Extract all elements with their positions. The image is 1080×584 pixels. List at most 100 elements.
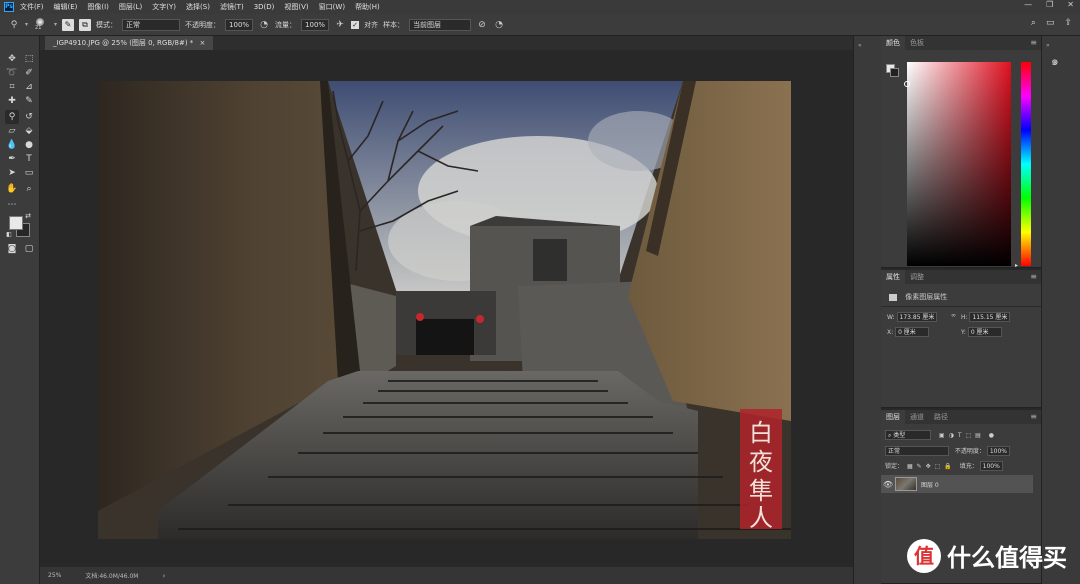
clone-stamp-tool-icon[interactable]: ⚲ (8, 19, 20, 31)
blur-tool-icon[interactable]: 💧 (5, 138, 19, 152)
tool-preset-chevron-icon[interactable]: ▾ (25, 21, 28, 28)
color-field[interactable] (904, 62, 1011, 266)
canvas-area[interactable]: 白 夜 隼 人 (40, 50, 853, 567)
x-field[interactable]: 0 厘米 (895, 327, 930, 337)
tab-adjustments[interactable]: 调整 (905, 270, 929, 284)
restore-button[interactable]: ❐ (1046, 0, 1053, 9)
quick-select-tool-icon[interactable]: ✐ (22, 66, 36, 80)
layers-panel-menu-icon[interactable]: ≡ (1030, 412, 1037, 421)
libraries-panel-icon[interactable]: ๑ (1051, 52, 1059, 71)
zoom-tool-icon[interactable]: ⌕ (22, 182, 36, 196)
color-panel-menu-icon[interactable]: ≡ (1030, 38, 1037, 47)
height-field[interactable]: 115.15 厘米 (969, 312, 1011, 322)
tab-properties[interactable]: 属性 (881, 270, 905, 284)
layer-row[interactable]: 👁 图层 0 (881, 475, 1033, 493)
history-brush-tool-icon[interactable]: ↺ (22, 110, 36, 124)
flow-field[interactable]: 100% (301, 18, 330, 31)
sample-select[interactable]: 当前图层 (409, 18, 472, 31)
search-icon[interactable]: ⌕ (1031, 18, 1036, 28)
path-selection-tool-icon[interactable]: ➤ (5, 166, 19, 180)
link-dimensions-icon[interactable]: ∞ (951, 312, 956, 319)
close-button[interactable]: ✕ (1067, 0, 1074, 9)
lasso-tool-icon[interactable]: ➰ (5, 66, 19, 80)
fill-field[interactable]: 100% (979, 461, 1003, 471)
move-tool-icon[interactable]: ✥ (5, 52, 19, 66)
status-expand-icon[interactable]: › (162, 572, 165, 580)
tab-paths[interactable]: 路径 (929, 410, 953, 424)
options-bar: ⚲ ▾ 21 ▾ ✎ ⧉ 模式： 正常 不透明度： 100% ◔ 流量： 100… (0, 14, 1080, 36)
tab-channels[interactable]: 通道 (905, 410, 929, 424)
swap-colors-icon[interactable]: ⇄ (24, 212, 32, 220)
menu-3d[interactable]: 3D(D) (254, 3, 275, 11)
tab-layers[interactable]: 图层 (881, 410, 905, 424)
color-panel-background-swatch[interactable] (890, 68, 899, 77)
ignore-adjustment-layers-icon[interactable]: ⊘ (476, 19, 488, 31)
dodge-tool-icon[interactable]: ● (22, 138, 36, 152)
menu-filter[interactable]: 滤镜(T) (220, 2, 244, 12)
blend-mode-select[interactable]: 正常 (885, 446, 949, 456)
mode-select[interactable]: 正常 (122, 18, 181, 31)
tab-color[interactable]: 颜色 (881, 36, 905, 50)
workspace-icon[interactable]: ▭ (1046, 18, 1055, 28)
dock-collapse-icon[interactable]: « (858, 42, 862, 49)
brush-preset-picker[interactable]: 21 (33, 17, 49, 32)
brush-settings-toggle-icon[interactable]: ✎ (62, 18, 75, 31)
clone-source-toggle-icon[interactable]: ⧉ (79, 18, 92, 31)
clone-stamp-tool-button[interactable]: ⚲ (5, 110, 19, 124)
filter-toggle-icon[interactable]: ● (989, 432, 994, 439)
properties-panel-menu-icon[interactable]: ≡ (1030, 272, 1037, 281)
dock-expand-icon[interactable]: » (1046, 42, 1050, 49)
paint-bucket-tool-icon[interactable]: ⬙ (22, 124, 36, 138)
menu-edit[interactable]: 编辑(E) (54, 2, 78, 12)
zoom-level[interactable]: 25% (48, 572, 61, 579)
hand-tool-icon[interactable]: ✋ (5, 182, 19, 196)
hue-slider[interactable] (1021, 62, 1031, 266)
layer-name[interactable]: 图层 0 (921, 480, 939, 489)
menu-file[interactable]: 文件(F) (20, 2, 44, 12)
color-picker-handle[interactable] (904, 81, 910, 87)
width-field[interactable]: 173.85 厘米 (896, 312, 938, 322)
seal-char-4: 人 (749, 504, 773, 532)
marquee-tool-icon[interactable]: ⬚ (22, 52, 36, 66)
close-document-icon[interactable]: × (200, 39, 206, 47)
hue-slider-handle-icon[interactable]: ▸ (1015, 262, 1018, 269)
healing-brush-tool-icon[interactable]: ✚ (5, 94, 19, 108)
rectangle-tool-icon[interactable]: ▭ (22, 166, 36, 180)
menu-layer[interactable]: 图层(L) (119, 2, 142, 12)
layer-filter-select[interactable]: ⌕ 类型 (885, 430, 931, 440)
menu-image[interactable]: 图像(I) (87, 2, 109, 12)
document-tab[interactable]: _IGP4910.JPG @ 25% (图层 0, RGB/8#) * × (45, 36, 214, 50)
type-tool-icon[interactable]: T (22, 152, 36, 166)
menu-help[interactable]: 帮助(H) (355, 2, 380, 12)
menu-select[interactable]: 选择(S) (186, 2, 210, 12)
eyedropper-tool-icon[interactable]: ⊿ (22, 80, 36, 94)
crop-tool-icon[interactable]: ⌗ (5, 80, 19, 94)
quick-mask-icon[interactable]: ◙ (5, 242, 19, 256)
menu-type[interactable]: 文字(Y) (152, 2, 176, 12)
eraser-tool-icon[interactable]: ▱ (5, 124, 19, 138)
pressure-size-icon[interactable]: ◔ (493, 19, 505, 31)
layer-filter-icons[interactable]: ▣◑T⬚▤ (939, 432, 985, 439)
menu-view[interactable]: 视图(V) (284, 2, 308, 12)
default-colors-icon[interactable]: ◧ (5, 230, 13, 238)
document-size-info[interactable]: 文档:46.0M/46.0M (85, 571, 138, 580)
brush-chevron-icon[interactable]: ▾ (54, 21, 57, 28)
share-icon[interactable]: ⇪ (1064, 18, 1072, 28)
more-tools-icon[interactable]: ⋯ (5, 198, 19, 212)
y-field[interactable]: 0 厘米 (967, 327, 1002, 337)
pressure-opacity-icon[interactable]: ◔ (258, 19, 270, 31)
lock-icons[interactable]: ▦✎✥⬚🔒 (907, 463, 956, 470)
brush-tool-icon[interactable]: ✎ (22, 94, 36, 108)
pen-tool-icon[interactable]: ✒ (5, 152, 19, 166)
layer-opacity-field[interactable]: 100% (986, 446, 1011, 456)
opacity-field[interactable]: 100% (225, 18, 254, 31)
aligned-checkbox[interactable]: ✓ (351, 20, 360, 29)
airbrush-icon[interactable]: ✈ (334, 19, 346, 31)
layer-visibility-eye-icon[interactable]: 👁 (881, 480, 895, 489)
tab-swatches[interactable]: 色板 (905, 36, 929, 50)
screen-mode-icon[interactable]: ▢ (22, 242, 36, 256)
foreground-color-swatch[interactable] (9, 216, 23, 230)
minimize-button[interactable]: — (1024, 0, 1032, 9)
menu-window[interactable]: 窗口(W) (319, 2, 345, 12)
document-image[interactable]: 白 夜 隼 人 (98, 81, 791, 539)
